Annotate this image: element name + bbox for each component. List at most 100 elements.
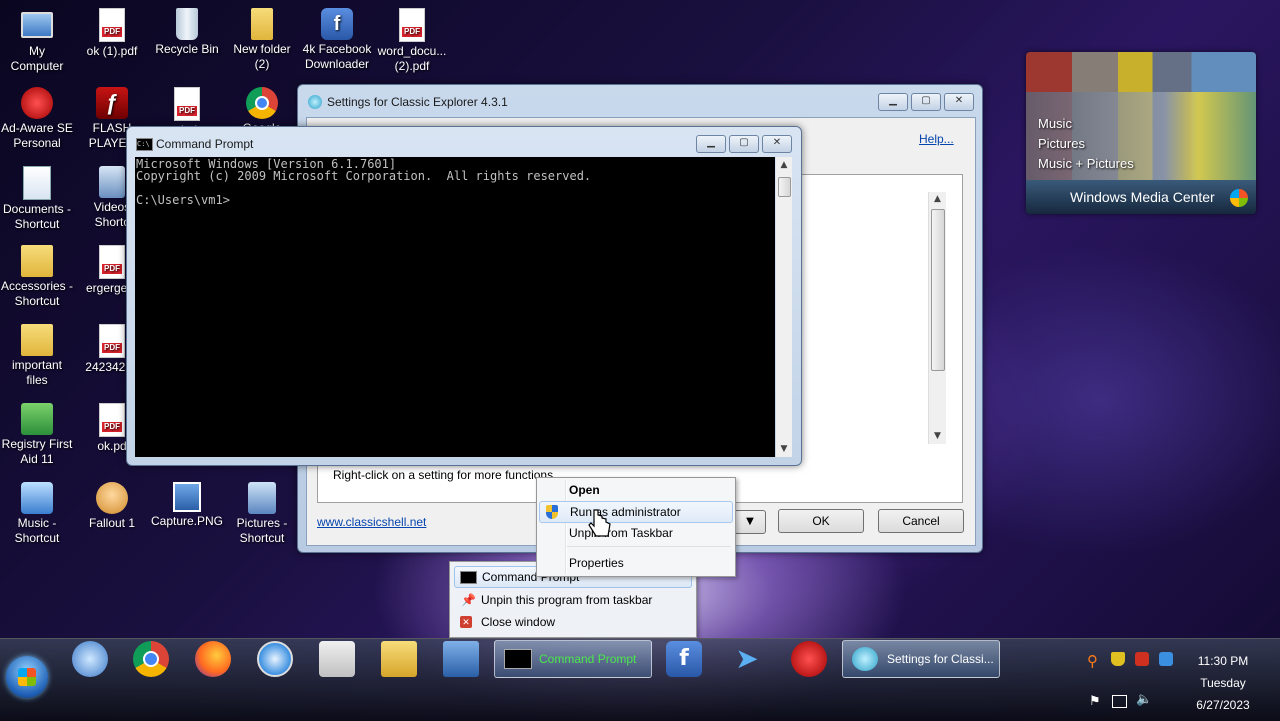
context-menu-run-as-admin[interactable]: Run as administrator [539,501,733,523]
cmd-scrollbar[interactable]: ▲ ▼ [776,157,792,457]
context-menu-unpin-taskbar[interactable]: Unpin from Taskbar [537,523,735,543]
taskbar-network-app-icon[interactable] [72,641,108,677]
media-center-item-music-pictures[interactable]: Music + Pictures [1038,154,1134,174]
desktop-icon-capture-png[interactable]: Capture.PNG [150,482,224,529]
desktop-icon-documents-shortcut[interactable]: Documents - Shortcut [0,166,74,232]
tray-volume-muted-icon[interactable]: 🔈 [1136,692,1152,707]
desktop-icon-music-shortcut[interactable]: Music - Shortcut [0,482,74,546]
settings-help-link[interactable]: Help... [919,132,954,146]
media-center-brand: Windows Media Center [1070,189,1215,205]
scroll-thumb[interactable] [778,177,791,197]
app-icon [96,482,128,514]
taskbar-explorer-icon[interactable] [381,641,417,677]
settings-app-icon [852,647,878,671]
tray-display-icon[interactable] [1112,695,1127,708]
taskbar-app-icon[interactable] [319,641,355,677]
context-menu[interactable]: Open Run as administrator Unpin from Tas… [536,477,736,577]
jump-list-unpin[interactable]: 📌 Unpin this program from taskbar [454,590,690,610]
cmd-minimize-button[interactable]: ▁ [696,135,726,153]
context-menu-properties[interactable]: Properties [537,553,735,573]
app-icon [21,403,53,435]
clock-date: 6/27/2023 [1196,698,1250,712]
settings-maximize-button[interactable]: ▢ [911,93,941,111]
settings-window-title: Settings for Classic Explorer 4.3.1 [327,95,508,109]
media-center-gadget[interactable]: Music Pictures Music + Pictures Windows … [1026,52,1256,214]
scroll-up-icon[interactable]: ▲ [929,192,946,207]
desktop-icon-label: ok (1).pdf [86,44,138,58]
tray-app-icon[interactable] [1135,652,1149,666]
tray-flag-icon[interactable]: ⚑ [1089,694,1101,709]
desktop-icon-my-computer[interactable]: My Computer [0,8,74,74]
cmd-maximize-button[interactable]: ▢ [729,135,759,153]
desktop-icon-pictures-shortcut[interactable]: Pictures - Shortcut [225,482,299,546]
desktop-icon-label: Pictures - Shortcut [236,516,288,545]
clock-day: Tuesday [1200,676,1246,690]
taskbar-network-tool-icon[interactable] [443,641,479,677]
chrome-icon [246,87,278,119]
tray-search-icon[interactable]: ⚲ [1087,652,1098,670]
media-center-item-pictures[interactable]: Pictures [1038,134,1134,154]
scroll-down-icon[interactable]: ▼ [929,429,946,444]
windows-logo-icon [1230,189,1248,207]
media-center-item-music[interactable]: Music [1038,114,1134,134]
cmd-line-2: Copyright (c) 2009 Microsoft Corporation… [136,169,592,183]
scroll-down-icon[interactable]: ▼ [776,441,792,457]
desktop-icon-new-folder-2[interactable]: New folder (2) [225,8,299,72]
desktop-icon-important-files[interactable]: important files [0,324,74,388]
taskbar-command-prompt-button[interactable]: Command Prompt [494,640,652,678]
settings-minimize-button[interactable]: ▁ [878,93,908,111]
pdf-icon [99,403,125,437]
ok-button[interactable]: OK [778,509,864,533]
desktop-icon-accessories-shortcut[interactable]: Accessories - Shortcut [0,245,74,309]
desktop-icon-word-docu-2-pdf[interactable]: word_docu... (2).pdf [375,8,449,74]
tray-shield-icon[interactable] [1111,652,1125,666]
desktop-icon-label: Music - Shortcut [14,516,60,545]
command-prompt-window[interactable]: C:\ Command Prompt ▁ ▢ ✕ Microsoft Windo… [126,126,802,466]
taskbar-button-label: Command Prompt [539,652,637,666]
desktop-icon-recycle-bin[interactable]: Recycle Bin [150,8,224,57]
scroll-thumb[interactable] [931,209,945,371]
desktop-icon-label: Fallout 1 [88,516,136,530]
scroll-up-icon[interactable]: ▲ [776,157,792,173]
taskbar-firefox-icon[interactable] [195,641,231,677]
settings-app-icon [308,95,322,109]
desktop-icon-label: Registry First Aid 11 [1,437,73,466]
recycle-bin-icon [176,8,198,40]
taskbar-safari-icon[interactable] [257,641,293,677]
taskbar-facebook-downloader-icon[interactable]: f [666,641,702,677]
desktop-icon-ok1-pdf[interactable]: ok (1).pdf [75,8,149,59]
settings-close-button[interactable]: ✕ [944,93,974,111]
jump-list-close-window[interactable]: ✕ Close window [454,612,690,632]
tray-clock[interactable]: 11:30 PM Tuesday 6/27/2023 [1190,650,1256,716]
shortcut-icon [248,482,276,514]
image-icon [173,482,201,512]
tray-network-icon[interactable] [1159,652,1173,666]
clock-time: 11:30 PM [1197,654,1249,668]
cancel-button[interactable]: Cancel [878,509,964,533]
desktop-icon-label: Capture.PNG [150,514,224,528]
desktop-icon-label: word_docu... (2).pdf [377,44,447,73]
context-menu-open[interactable]: Open [537,480,735,500]
taskbar-chrome-icon[interactable] [133,641,169,677]
desktop-icon-label: Videos Shortc [93,200,131,229]
desktop-icon-fallout[interactable]: Fallout 1 [75,482,149,531]
taskbar-telegram-icon[interactable]: ➤ [729,641,765,677]
cmd-prompt: C:\Users\vm1> [136,193,230,207]
desktop-icon-label: Documents - Shortcut [2,202,72,231]
cmd-close-button[interactable]: ✕ [762,135,792,153]
pin-icon: 📌 [461,593,476,607]
cmd-app-icon: C:\ [136,138,153,151]
settings-website-link[interactable]: www.classicshell.net [317,515,426,529]
pdf-icon [174,87,200,121]
taskbar-ad-aware-icon[interactable] [791,641,827,677]
settings-list-scrollbar[interactable]: ▲ ▼ [928,192,946,444]
settings-dropdown-arrow[interactable]: ▼ [734,510,766,534]
desktop-icon-registry-first-aid[interactable]: Registry First Aid 11 [0,403,74,467]
start-button[interactable] [6,656,48,698]
desktop-icon-label: My Computer [10,44,64,73]
taskbar-settings-button[interactable]: Settings for Classi... [842,640,1000,678]
flash-icon: ƒ [96,87,128,119]
desktop-icon-ad-aware[interactable]: Ad-Aware SE Personal [0,87,74,151]
cmd-console[interactable]: Microsoft Windows [Version 6.1.7601] Cop… [135,157,775,457]
desktop-icon-4k-facebook-downloader[interactable]: f 4k Facebook Downloader [300,8,374,72]
